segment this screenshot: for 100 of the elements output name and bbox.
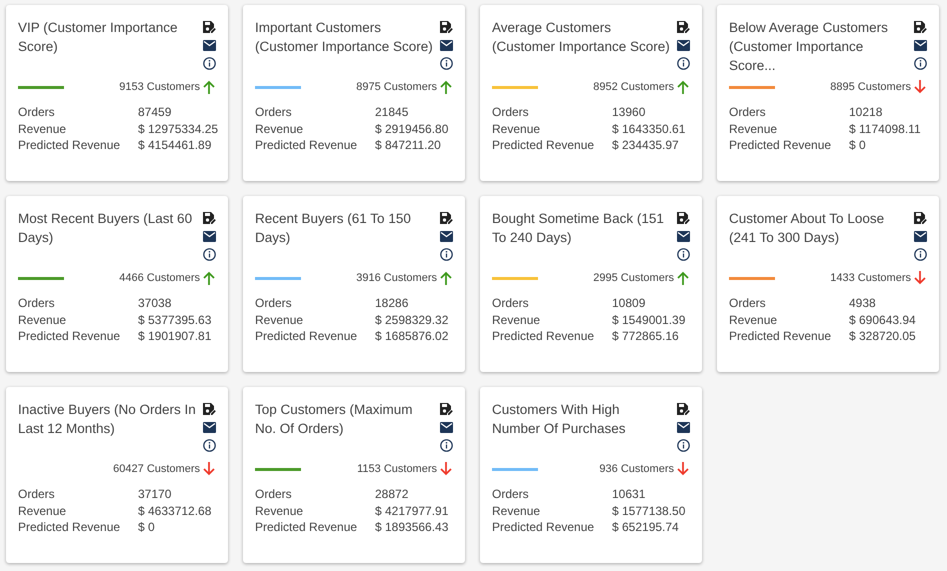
stat-value: 10809 <box>612 295 646 312</box>
stat-label: Predicted Revenue <box>255 519 358 536</box>
save-edit-icon[interactable] <box>439 211 453 225</box>
customer-count: 2995 Customers <box>593 270 674 286</box>
stat-label: Orders <box>492 486 530 502</box>
stat-label: Predicted Revenue <box>492 328 596 344</box>
stat-value: $ 690643.94 <box>849 312 917 328</box>
info-icon[interactable] <box>676 439 690 452</box>
stat-label: Predicted Revenue <box>255 328 358 344</box>
stat-label: Orders <box>729 295 767 312</box>
stat-label: Predicted Revenue <box>18 519 122 536</box>
stat-value: $ 1685876.02 <box>375 328 450 344</box>
stat-label: Revenue <box>255 502 304 519</box>
mail-icon[interactable] <box>202 231 216 242</box>
mail-icon[interactable] <box>202 422 216 433</box>
info-icon[interactable] <box>202 439 216 452</box>
info-icon[interactable] <box>914 57 926 70</box>
card-title: Inactive Buyers (No Orders In Last 12 Months) <box>18 401 196 438</box>
info-icon[interactable] <box>202 248 216 261</box>
info-icon[interactable] <box>914 248 926 261</box>
stat-label: Orders <box>255 486 293 502</box>
stat-label: Revenue <box>729 120 778 137</box>
card-title: Below Average Customers (Customer Importance Score... <box>729 19 889 75</box>
info-icon[interactable] <box>202 57 216 70</box>
stat-value: $ 772865.16 <box>612 328 680 344</box>
info-icon[interactable] <box>440 248 452 261</box>
stat-label: Revenue <box>729 312 778 328</box>
customer-count: 936 Customers <box>599 462 674 477</box>
stat-label: Orders <box>18 486 56 502</box>
stat-label: Revenue <box>255 312 304 328</box>
stat-label: Predicted Revenue <box>492 519 596 536</box>
save-edit-icon[interactable] <box>202 211 216 225</box>
stat-label: Orders <box>18 104 56 120</box>
stat-label: Orders <box>492 104 530 120</box>
save-edit-icon[interactable] <box>202 402 216 416</box>
save-edit-icon[interactable] <box>913 20 927 34</box>
stat-value: $ 4154461.89 <box>138 137 212 154</box>
card-title: Recent Buyers (61 To 150 Days) <box>255 210 412 247</box>
customer-count: 4466 Customers <box>119 270 200 286</box>
stat-label: Orders <box>492 295 530 312</box>
customer-count: 8975 Customers <box>356 80 437 95</box>
card-title: Bought Sometime Back (151 To 240 Days) <box>492 210 665 247</box>
info-icon[interactable] <box>440 439 452 452</box>
stat-value: $ 1643350.61 <box>612 120 686 137</box>
save-edit-icon[interactable] <box>676 402 690 416</box>
mail-icon[interactable] <box>440 40 452 51</box>
mail-icon[interactable] <box>676 231 690 242</box>
stat-label: Revenue <box>255 120 304 137</box>
stat-label: Revenue <box>492 312 542 328</box>
stat-value: $ 4217977.91 <box>375 502 450 519</box>
stat-value: $ 1577138.50 <box>612 502 686 519</box>
info-icon[interactable] <box>676 248 690 261</box>
stat-label: Predicted Revenue <box>492 137 596 154</box>
save-edit-icon[interactable] <box>676 211 690 225</box>
stat-value: $ 5377395.63 <box>138 312 212 328</box>
card-title: Important Customers (Customer Importance Score) <box>255 19 433 56</box>
customer-count: 8895 Customers <box>830 80 911 95</box>
stat-value: 10218 <box>849 104 884 120</box>
stat-label: Revenue <box>492 502 542 519</box>
save-edit-icon[interactable] <box>913 211 927 225</box>
mail-icon[interactable] <box>202 40 216 51</box>
save-edit-icon[interactable] <box>202 20 216 34</box>
stat-label: Orders <box>18 295 56 312</box>
mail-icon[interactable] <box>440 231 452 242</box>
card-title: VIP (Customer Importance Score) <box>18 19 179 56</box>
stat-label: Revenue <box>18 312 68 328</box>
stat-value: $ 1174098.11 <box>849 120 922 137</box>
stat-label: Predicted Revenue <box>729 328 832 344</box>
info-icon[interactable] <box>440 57 452 70</box>
stat-value: $ 2919456.80 <box>375 120 450 137</box>
stat-label: Orders <box>729 104 767 120</box>
stat-value: $ 0 <box>138 519 156 536</box>
customer-count: 1433 Customers <box>830 270 911 286</box>
mail-icon[interactable] <box>440 422 452 433</box>
mail-icon[interactable] <box>914 231 926 242</box>
stat-value: 28872 <box>375 486 410 502</box>
mail-icon[interactable] <box>914 40 926 51</box>
stat-value: 10631 <box>612 486 646 502</box>
stat-label: Orders <box>255 295 293 312</box>
stat-value: $ 234435.97 <box>612 137 680 154</box>
card-title: Customer About To Loose (241 To 300 Days) <box>729 210 886 247</box>
mail-icon[interactable] <box>676 422 690 433</box>
stat-value: 37170 <box>138 486 172 502</box>
stat-value: 37038 <box>138 295 172 312</box>
stat-value: $ 328720.05 <box>849 328 917 344</box>
stat-value: $ 1901907.81 <box>138 328 212 344</box>
card-title: Most Recent Buyers (Last 60 Days) <box>18 210 194 247</box>
stat-value: 21845 <box>375 104 410 120</box>
stat-value: $ 1549001.39 <box>612 312 686 328</box>
save-edit-icon[interactable] <box>439 402 453 416</box>
stat-value: $ 12975334.25 <box>138 120 218 137</box>
stat-value: 18286 <box>375 295 410 312</box>
customer-count: 8952 Customers <box>593 80 674 95</box>
info-icon[interactable] <box>676 57 690 70</box>
mail-icon[interactable] <box>676 40 690 51</box>
stat-label: Orders <box>255 104 293 120</box>
save-edit-icon[interactable] <box>439 20 453 34</box>
card-title: Average Customers (Customer Importance Score) <box>492 19 670 56</box>
stat-label: Revenue <box>18 502 68 519</box>
save-edit-icon[interactable] <box>676 20 690 34</box>
